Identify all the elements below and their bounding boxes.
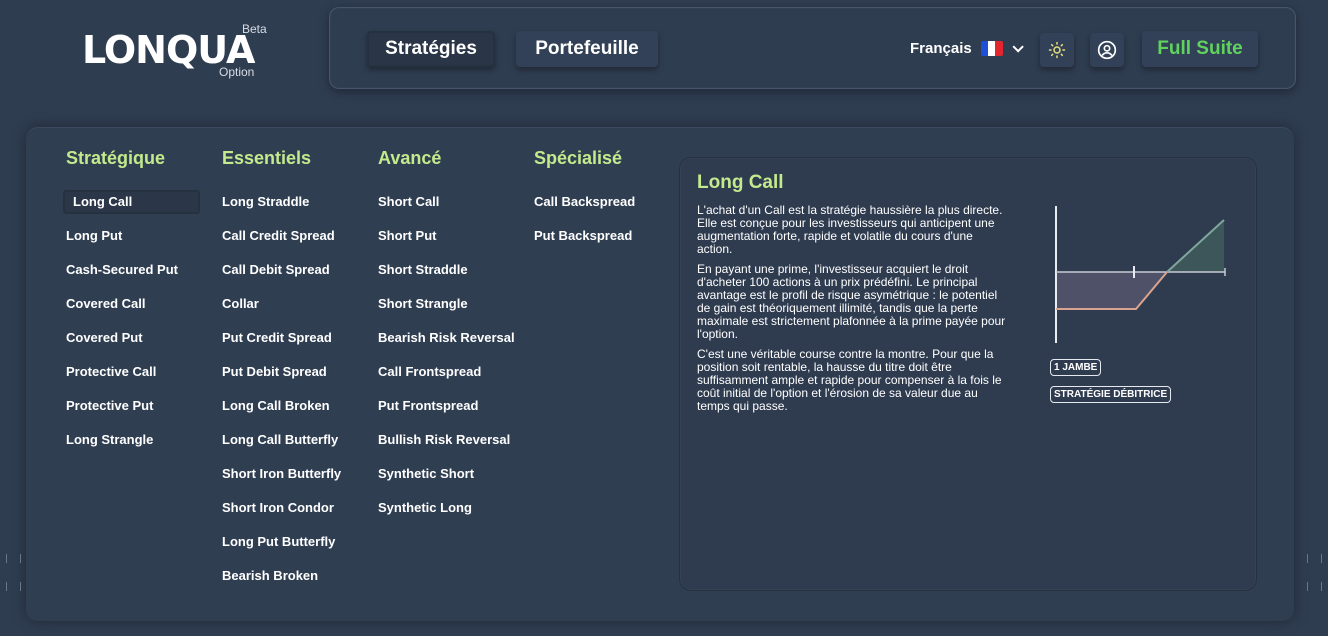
column-title: Spécialisé <box>534 148 623 168</box>
strategy-item[interactable]: Synthetic Short <box>378 462 515 486</box>
brand-sub-label: Option <box>219 65 255 79</box>
strategy-item[interactable]: Call Debit Spread <box>222 258 341 282</box>
strategy-item[interactable]: Long Call Butterfly <box>222 428 341 452</box>
strategy-item[interactable]: Put Backspread <box>534 224 635 248</box>
strategy-panel: Stratégique Long Call Long Put Cash-Secure… <box>26 127 1294 621</box>
strategy-list: Short Call Short Put Short Straddle Short S… <box>378 190 515 520</box>
strategy-item[interactable]: Short Call <box>378 190 515 214</box>
detail-paragraph: L'achat d'un Call est la stratégie hauss… <box>697 203 1003 256</box>
nav-strategies-button[interactable]: Stratégies <box>367 31 495 67</box>
debit-badge: STRATÉGIE DÉBITRICE <box>1050 386 1172 403</box>
detail-paragraph: En payant une prime, l'investisseur acqu… <box>697 262 1006 341</box>
edge-mark <box>20 554 21 563</box>
strategy-item[interactable]: Cash-Secured Put <box>66 258 200 282</box>
column-title: Avancé <box>378 148 442 168</box>
chevron-down-icon <box>1012 40 1024 53</box>
column-avance: Avancé Short Call Short Put Short Straddle… <box>378 148 515 530</box>
column-title: Stratégique <box>66 148 166 168</box>
strategy-item[interactable]: Short Straddle <box>378 258 515 282</box>
strategy-item[interactable]: Bearish Broken <box>222 564 341 588</box>
payoff-diagram <box>1055 206 1226 343</box>
strategy-item[interactable]: Call Frontspread <box>378 360 515 384</box>
edge-mark <box>1307 554 1308 563</box>
edge-mark <box>1307 582 1308 591</box>
strategy-list: Long Straddle Call Credit Spread Call Debi… <box>222 190 341 588</box>
strategy-item[interactable]: Put Frontspread <box>378 394 515 418</box>
edge-mark <box>1321 582 1322 591</box>
strategy-list: Call Backspread Put Backspread <box>534 190 635 248</box>
strategy-item[interactable]: Put Debit Spread <box>222 360 341 384</box>
edge-mark <box>6 554 7 563</box>
column-essentiels: Essentiels Long Straddle Call Credit Spre… <box>222 148 341 598</box>
edge-mark <box>6 582 7 591</box>
strategy-item[interactable]: Bearish Risk Reversal <box>378 326 515 350</box>
strategy-item[interactable]: Short Put <box>378 224 515 248</box>
strategy-item[interactable]: Collar <box>222 292 341 316</box>
france-flag-icon <box>980 41 1003 56</box>
strategy-list: Long Call Long Put Cash-Secured Put Covered… <box>63 190 200 452</box>
strategy-item[interactable]: Bullish Risk Reversal <box>378 428 515 452</box>
strategy-item[interactable]: Covered Put <box>66 326 200 350</box>
strategy-item[interactable]: Protective Put <box>66 394 200 418</box>
detail-description: L'achat d'un Call est la stratégie hauss… <box>697 204 1009 420</box>
sun-icon <box>1048 41 1066 59</box>
strategy-item[interactable]: Long Call Broken <box>222 394 341 418</box>
strategy-item[interactable]: Short Strangle <box>378 292 515 316</box>
column-specialise: Spécialisé Call Backspread Put Backspread <box>534 148 635 258</box>
strategy-item[interactable]: Call Backspread <box>534 190 635 214</box>
strategy-item[interactable]: Short Iron Butterfly <box>222 462 341 486</box>
strategy-item[interactable]: Long Straddle <box>222 190 341 214</box>
legs-badge: 1 JAMBE <box>1050 359 1102 376</box>
detail-title: Long Call <box>697 172 784 193</box>
user-circle-icon <box>1097 40 1117 60</box>
theme-toggle-button[interactable] <box>1040 33 1074 67</box>
strategy-item[interactable]: Protective Call <box>66 360 200 384</box>
edge-mark <box>1321 554 1322 563</box>
strategy-item[interactable]: Covered Call <box>66 292 200 316</box>
language-label: Français <box>910 40 972 57</box>
language-selector[interactable]: Français <box>910 40 1024 57</box>
strategy-item[interactable]: Call Credit Spread <box>222 224 341 248</box>
strategy-item[interactable]: Long Put Butterfly <box>222 530 341 554</box>
full-suite-button[interactable]: Full Suite <box>1142 31 1258 67</box>
strategy-detail-card: Long Call L'achat d'un Call est la strat… <box>679 157 1257 591</box>
brand-logo[interactable]: LONQUA Beta Option <box>82 22 272 82</box>
strategy-item[interactable]: Long Call <box>63 190 200 214</box>
strategy-item[interactable]: Long Put <box>66 224 200 248</box>
strategy-item[interactable]: Synthetic Long <box>378 496 515 520</box>
edge-mark <box>20 582 21 591</box>
column-title: Essentiels <box>222 148 312 168</box>
brand-name: LONQUA <box>82 28 255 72</box>
user-account-button[interactable] <box>1090 33 1124 67</box>
nav-portfolio-button[interactable]: Portefeuille <box>516 31 658 67</box>
detail-paragraph: C'est une véritable course contre la mon… <box>697 347 1002 413</box>
column-strategique: Stratégique Long Call Long Put Cash-Secure… <box>63 148 200 462</box>
strategy-item[interactable]: Long Strangle <box>66 428 200 452</box>
top-header: Stratégies Portefeuille Français Full Su… <box>329 7 1296 89</box>
strategy-item[interactable]: Put Credit Spread <box>222 326 341 350</box>
brand-beta-label: Beta <box>242 22 267 36</box>
strategy-item[interactable]: Short Iron Condor <box>222 496 341 520</box>
